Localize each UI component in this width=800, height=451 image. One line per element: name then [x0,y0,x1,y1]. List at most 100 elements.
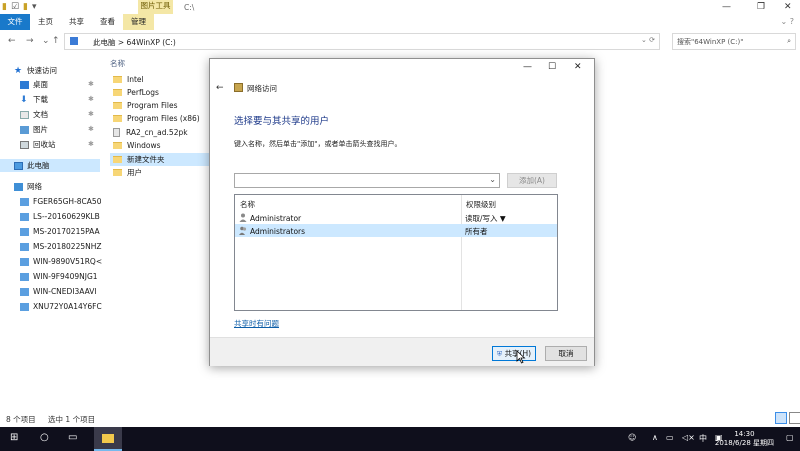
tab-home[interactable]: 主页 [30,14,61,30]
maximize-icon[interactable]: ❐ [757,2,765,12]
network-computer-item[interactable]: FGER65GH-8CA50 [20,195,101,208]
network-computer-item[interactable]: LS--20160629KLB [20,210,100,223]
file-item[interactable]: 用户 [110,166,210,179]
sidebar-item-network[interactable]: 网络 [14,180,42,193]
status-bar: 8 个项目 选中 1 个项目 [6,414,95,425]
chevron-down-icon[interactable]: ⌄ [489,175,496,184]
folder-icon [113,76,122,83]
network-icon [14,182,23,191]
sidebar-label: 桌面 [33,80,48,89]
sidebar-item-desktop[interactable]: 桌面 [20,78,48,91]
selected-count: 选中 1 个项目 [48,415,96,424]
sidebar-item-this-pc[interactable]: 此电脑 [0,159,100,172]
back-icon[interactable]: ← [8,36,16,46]
dialog-footer: ⛨ 共享(H) 取消 [210,337,594,366]
network-computer-item[interactable]: MS-20170215PAA [20,225,100,238]
network-access-dialog: — ☐ ✕ ← 网络访问 选择要与其共享的用户 键入名称，然后单击"添加"，或者… [209,58,595,366]
column-header-name[interactable]: 名称 [240,199,255,210]
up-icon[interactable]: ↑ [52,36,60,46]
maximize-icon[interactable]: ☐ [548,62,556,72]
sidebar-item-recycle-bin[interactable]: 回收站 [20,138,56,151]
sidebar-label: FGER65GH-8CA50 [33,197,102,206]
table-row[interactable]: Administrator 读取/写入 ▼ [235,211,557,224]
ime-indicator[interactable]: 中 [699,433,707,444]
folder-icon[interactable]: ▮ [2,2,7,12]
forward-icon[interactable]: → [26,36,34,46]
folder-icon [113,156,122,163]
network-computer-item[interactable]: WIN-9F9409NJG1 [20,270,98,283]
volume-muted-icon[interactable]: ◁× [682,433,695,442]
sidebar-item-documents[interactable]: 文档 [20,108,48,121]
close-icon[interactable]: ✕ [784,2,792,12]
network-status-icon[interactable]: ▭ [666,433,674,442]
user-name: Administrator [250,214,302,223]
notifications-icon[interactable]: ▢ [786,433,794,442]
properties-icon[interactable]: ☑ [11,2,19,12]
file-item[interactable]: Program Files (x86) [110,112,210,125]
table-row-selected[interactable]: Administrators 所有者 [235,224,557,237]
pin-icon[interactable]: ✱ [88,95,94,103]
file-item[interactable]: PerfLogs [110,86,210,99]
pin-icon[interactable]: ✱ [88,110,94,118]
qat-dropdown-icon[interactable]: ▾ [32,2,37,12]
file-item-selected[interactable]: 新建文件夹 [110,153,210,166]
file-item[interactable]: Program Files [110,99,210,112]
large-icons-view-icon[interactable] [789,412,800,424]
new-folder-icon[interactable]: ▮ [23,2,28,12]
search-icon[interactable]: ○ [40,432,49,443]
clock[interactable]: 14:30 2018/6/28 星期四 [715,430,774,448]
share-button[interactable]: ⛨ 共享(H) [492,346,536,361]
tab-manage[interactable]: 管理 [123,14,154,30]
recent-dropdown-icon[interactable]: ⌄ [42,36,50,46]
sidebar-item-pictures[interactable]: 图片 [20,123,48,136]
column-header-name[interactable]: 名称 [110,58,125,69]
user-name: Administrators [250,227,306,236]
close-icon[interactable]: ✕ [574,62,582,72]
column-header-permission[interactable]: 权限级别 [466,199,496,210]
file-item[interactable]: Windows [110,139,210,152]
permission-level: 所有者 [465,227,488,236]
network-computer-item[interactable]: MS-20180225NHZ [20,240,102,253]
sidebar-label: 快速访问 [27,66,57,75]
file-name: Windows [127,141,161,150]
file-item[interactable]: Intel [110,73,210,86]
sidebar-item-quick-access[interactable]: ★ 快速访问 [14,64,57,77]
network-computer-item[interactable]: XNU72Y0A14Y6FC [20,300,102,313]
details-view-icon[interactable] [775,412,787,424]
permission-dropdown[interactable]: 读取/写入 ▼ [465,213,506,224]
file-name: Program Files [127,101,178,110]
sidebar-label: 回收站 [33,140,56,149]
tab-share[interactable]: 共享 [61,14,92,30]
network-computer-item[interactable]: WIN-CNEDI3AAVI [20,285,97,298]
pin-icon[interactable]: ✱ [88,140,94,148]
sidebar-label: WIN-CNEDI3AAVI [33,287,97,296]
tab-view[interactable]: 查看 [92,14,123,30]
address-row: ← → ⌄ ↑ 此电脑 > 64WinXP (C:) ⌄ ⟳ 搜索"64WinX… [0,32,800,52]
show-hidden-icons-icon[interactable]: ∧ [652,433,658,442]
sidebar-item-downloads[interactable]: ⬇ 下载 [20,93,48,106]
windows-start-icon[interactable]: ⊞ [10,432,18,443]
address-bar[interactable]: 此电脑 > 64WinXP (C:) ⌄ ⟳ [64,33,660,50]
search-input[interactable]: 搜索"64WinXP (C:)" ⌕ [672,33,796,50]
file-name: Intel [127,75,144,84]
minimize-icon[interactable]: — [722,2,731,12]
dialog-instruction: 键入名称，然后单击"添加"，或者单击箭头查找用户。 [234,140,402,148]
network-computer-item[interactable]: WIN-9890V51RQ< [20,255,102,268]
ribbon-tabs: 文件 主页 共享 查看 管理 [0,14,154,30]
tab-file[interactable]: 文件 [0,14,30,30]
minimize-icon[interactable]: — [523,62,532,72]
back-arrow-icon[interactable]: ← [216,83,224,93]
sharing-help-link[interactable]: 共享时有问题 [234,318,279,329]
pin-icon[interactable]: ✱ [88,80,94,88]
file-explorer-taskbar-button[interactable] [94,427,122,451]
task-view-icon[interactable]: ▭ [68,432,77,443]
refresh-icon[interactable]: ⌄ ⟳ [641,36,655,44]
person-icon[interactable]: ☺ [628,433,636,442]
navigation-pane: ★ 快速访问 桌面 ✱ ⬇ 下载 ✱ 文档 ✱ 图片 ✱ 回收站 ✱ 此电脑 网… [0,58,102,408]
file-item[interactable]: RA2_cn_ad.52pk [110,126,210,139]
pin-icon[interactable]: ✱ [88,125,94,133]
user-name-combobox[interactable]: ⌄ [234,173,500,188]
add-button[interactable]: 添加(A) [507,173,557,188]
ribbon-expand-icon[interactable]: ⌄ ? [781,17,795,26]
cancel-button[interactable]: 取消 [545,346,587,361]
